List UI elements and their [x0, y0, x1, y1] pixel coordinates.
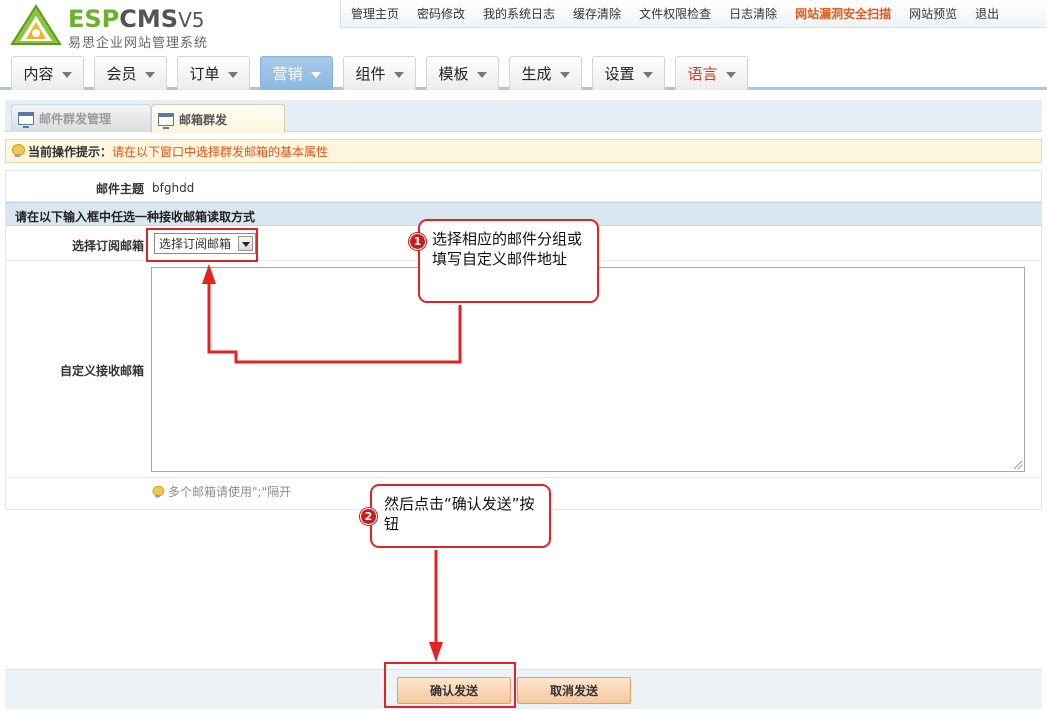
step-2-badge: 2 [360, 508, 377, 525]
step-1-badge: 1 [409, 233, 426, 250]
link-change-password[interactable]: 密码修改 [417, 5, 465, 22]
window-icon [158, 112, 174, 129]
logo-subtitle: 易思企业网站管理系统 [68, 36, 209, 51]
link-clear-log[interactable]: 日志清除 [729, 5, 777, 22]
chevron-down-icon [144, 71, 155, 78]
lightbulb-icon [12, 144, 25, 158]
logo-title: ESPCMSV5 [68, 5, 205, 33]
callout-step-2: 然后点击“确认发送”按钮 [370, 484, 551, 548]
arrow-head-down [429, 642, 443, 662]
callout-step-1-text: 选择相应的邮件分组或填写自定义邮件地址 [432, 230, 583, 268]
tab-mass-mail-manage[interactable]: 邮件群发管理 [11, 104, 151, 132]
main-nav: 内容 会员 订单 营销 组件 模板 生成 设置 语言 [0, 52, 1047, 90]
highlight-confirm-box [384, 662, 516, 708]
action-bar: 确认发送 取消发送 [5, 669, 1042, 709]
subject-value: bfghdd [152, 181, 195, 195]
app-root: { "logo": { "title_esp": "ESP", "title_c… [0, 0, 1047, 712]
tip-label: 当前操作提示： [28, 144, 113, 159]
highlight-select-box [146, 228, 258, 262]
custom-recipients-label: 自定义接收邮箱 [59, 364, 144, 378]
chevron-down-icon [227, 71, 238, 78]
subject-row: 邮件主题 bfghdd [6, 171, 1041, 202]
chevron-down-icon [642, 71, 653, 78]
callout-step-2-text: 然后点击“确认发送”按钮 [384, 495, 535, 533]
tab-mailbox-send[interactable]: 邮箱群发 [151, 104, 285, 133]
separator-hint: 多个邮箱请使用";"隔开 [152, 483, 291, 500]
chevron-down-icon [61, 71, 72, 78]
lightbulb-icon [152, 485, 165, 498]
resize-handle-icon[interactable] [1014, 461, 1022, 469]
nav-tab-generate[interactable]: 生成 [509, 56, 582, 90]
logo: ESPCMSV5 易思企业网站管理系统 [10, 4, 230, 51]
link-admin-home[interactable]: 管理主页 [351, 5, 399, 22]
nav-tab-template[interactable]: 模板 [426, 56, 499, 90]
link-clear-cache[interactable]: 缓存清除 [573, 5, 621, 22]
chevron-down-icon [310, 71, 321, 78]
window-icon [18, 112, 34, 128]
tip-text: 请在以下窗口中选择群发邮箱的基本属性 [112, 144, 329, 159]
nav-tab-settings[interactable]: 设置 [592, 56, 665, 90]
nav-tab-order[interactable]: 订单 [177, 56, 250, 90]
chevron-down-icon [559, 71, 570, 78]
logo-mark-icon [10, 4, 62, 45]
link-logout[interactable]: 退出 [975, 5, 999, 22]
subject-label: 邮件主题 [95, 182, 144, 196]
nav-tab-member[interactable]: 会员 [94, 56, 167, 90]
nav-tab-content[interactable]: 内容 [11, 56, 84, 90]
link-site-preview[interactable]: 网站预览 [909, 5, 957, 22]
callout-step-1: 选择相应的邮件分组或填写自定义邮件地址 [418, 219, 599, 303]
link-security-scan[interactable]: 网站漏洞安全扫描 [795, 5, 891, 22]
sub-tab-bar: 邮件群发管理 邮箱群发 [5, 100, 1042, 133]
operation-tip: 当前操作提示： 请在以下窗口中选择群发邮箱的基本属性 [5, 139, 1042, 163]
nav-tab-component[interactable]: 组件 [343, 56, 416, 90]
link-file-permission-check[interactable]: 文件权限检查 [639, 5, 711, 22]
top-links-bar: 管理主页 密码修改 我的系统日志 缓存清除 文件权限检查 日志清除 网站漏洞安全… [340, 0, 1046, 28]
divider [6, 477, 1041, 478]
select-label: 选择订阅邮箱 [71, 239, 144, 253]
chevron-down-icon [476, 71, 487, 78]
nav-tab-marketing[interactable]: 营销 [260, 56, 333, 90]
chevron-down-icon [725, 71, 736, 78]
cancel-send-button[interactable]: 取消发送 [517, 677, 631, 704]
nav-tab-language[interactable]: 语言 [675, 56, 748, 90]
link-my-system-log[interactable]: 我的系统日志 [483, 5, 555, 22]
chevron-down-icon [393, 71, 404, 78]
